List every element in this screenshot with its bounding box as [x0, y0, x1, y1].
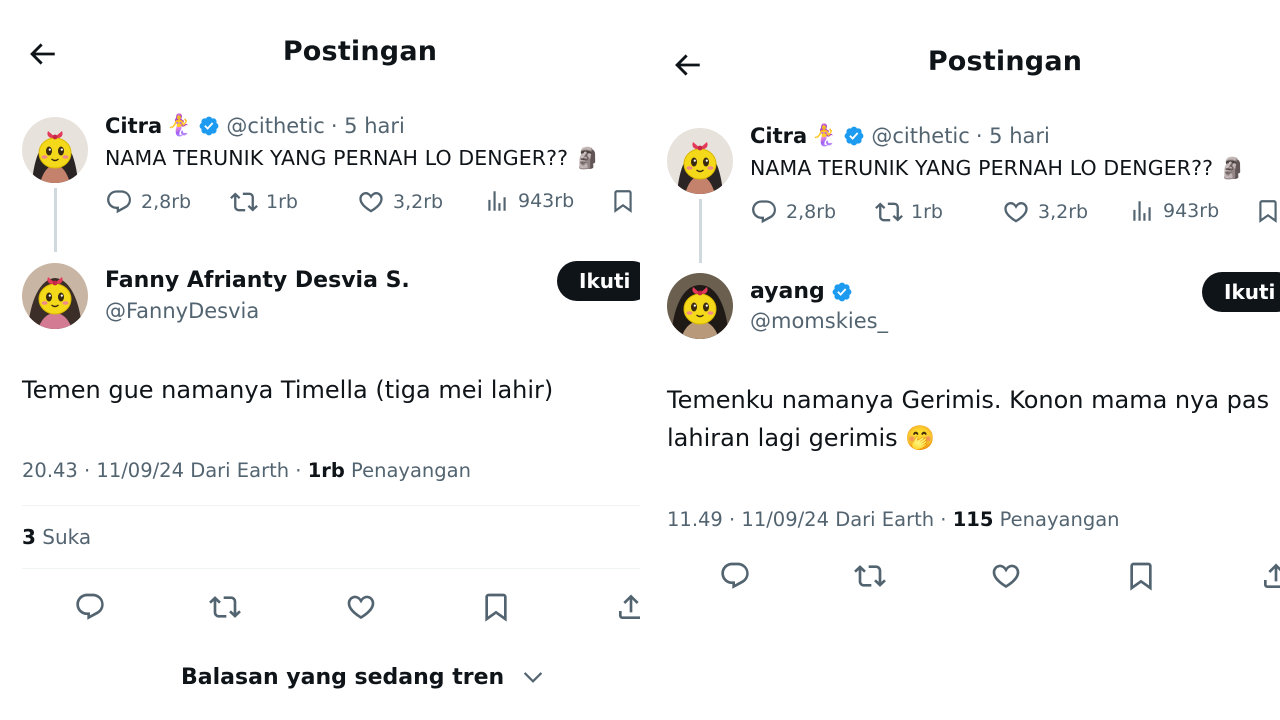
post-meta: 20.43 · 11/09/24 Dari Earth · 1rb Penaya…	[22, 459, 471, 482]
mermaid-emoji: 🧜‍♀️	[811, 123, 838, 147]
quoted-author-line: Citra 🧜‍♀️ @cithetic · 5 hari	[105, 113, 405, 138]
reply-text-line-2: lahiran lagi gerimis 🤭	[667, 424, 936, 452]
page-title: Postingan	[282, 36, 438, 67]
quoted-author-name[interactable]: Citra	[105, 114, 162, 138]
repost-action-button[interactable]	[205, 587, 245, 627]
follow-button[interactable]: Ikuti	[557, 261, 640, 301]
like-icon	[357, 188, 385, 216]
bookmark-icon	[1125, 560, 1157, 592]
quoted-author-line: Citra 🧜‍♀️ @cithetic · 5 hari	[750, 123, 1050, 148]
divider	[22, 568, 640, 569]
post-views-label: Penayangan	[344, 459, 471, 482]
divider	[22, 505, 640, 506]
verified-icon	[843, 125, 865, 147]
like-icon	[990, 560, 1022, 592]
reply-author-handle[interactable]: @FannyDesvia	[105, 299, 259, 323]
like-count-button[interactable]: 3,2rb	[357, 188, 443, 216]
post-timestamp-source: 20.43 · 11/09/24 Dari Earth ·	[22, 459, 308, 482]
repost-count-button[interactable]: 1rb	[230, 188, 298, 216]
trending-replies-label: Balasan yang sedang tren	[181, 664, 505, 690]
repost-icon	[230, 188, 258, 216]
repost-action-button[interactable]	[850, 556, 890, 596]
bookmark-icon	[1255, 198, 1280, 224]
reply-action-button[interactable]	[715, 556, 755, 596]
verified-icon	[198, 115, 220, 137]
quoted-post-text: NAMA TERUNIK YANG PERNAH LO DENGER?? 🗿	[105, 146, 601, 170]
views-icon	[1129, 198, 1155, 224]
post-timestamp-source: 11.49 · 11/09/24 Dari Earth ·	[667, 508, 953, 531]
bookmark-icon	[480, 591, 512, 623]
bookmark-action-button[interactable]	[1121, 556, 1161, 596]
quoted-author-handle[interactable]: @cithetic	[871, 124, 969, 148]
reply-count: 2,8rb	[786, 201, 837, 223]
trending-replies-toggle[interactable]: Balasan yang sedang tren	[181, 664, 546, 690]
post-meta: 11.49 · 11/09/24 Dari Earth · 115 Penaya…	[667, 508, 1120, 531]
repost-count: 1rb	[266, 191, 298, 213]
quoted-post-text: NAMA TERUNIK YANG PERNAH LO DENGER?? 🗿	[750, 156, 1246, 180]
like-count: 3,2rb	[393, 191, 444, 213]
views-count-button[interactable]: 943rb	[1129, 198, 1219, 224]
post-views-count: 115	[952, 508, 994, 531]
reply-count-button[interactable]: 2,8rb	[105, 188, 191, 216]
views-count: 943rb	[518, 190, 575, 212]
bookmark-action-button[interactable]	[476, 587, 516, 627]
bookmark-icon	[610, 188, 636, 214]
share-action-button[interactable]	[611, 587, 640, 627]
views-icon	[484, 188, 510, 214]
reply-author-handle[interactable]: @momskies_	[750, 309, 888, 333]
avatar-citra[interactable]	[667, 128, 733, 194]
post-panel-right: Postingan Citra 🧜‍♀️ @cithetic · 5 hari …	[645, 0, 1280, 720]
post-views-label: Penayangan	[993, 508, 1120, 531]
follow-button[interactable]: Ikuti	[1202, 272, 1280, 312]
avatar-fanny[interactable]	[22, 263, 88, 329]
quoted-author-name[interactable]: Citra	[750, 124, 807, 148]
thread-line	[699, 199, 702, 263]
reply-author-name[interactable]: Fanny Afrianty Desvia S.	[105, 268, 410, 293]
like-count: 3,2rb	[1038, 201, 1089, 223]
reply-text: Temen gue namanya Timella (tiga mei lahi…	[22, 376, 554, 404]
repost-count: 1rb	[911, 201, 943, 223]
share-icon	[615, 591, 640, 623]
avatar-citra[interactable]	[22, 117, 88, 183]
reply-icon	[750, 198, 778, 226]
avatar-ayang[interactable]	[667, 273, 733, 339]
quoted-post-time: · 5 hari	[330, 113, 405, 138]
reply-icon	[719, 560, 751, 592]
reply-author-line: ayang	[750, 279, 853, 304]
like-icon	[1002, 198, 1030, 226]
repost-icon	[875, 198, 903, 226]
mermaid-emoji: 🧜‍♀️	[166, 113, 193, 137]
reply-text-line-1: Temenku namanya Gerimis. Konon mama nya …	[667, 386, 1270, 414]
reply-icon	[105, 188, 133, 216]
bookmark-button[interactable]	[610, 188, 636, 214]
share-icon	[1260, 560, 1280, 592]
repost-count-button[interactable]: 1rb	[875, 198, 943, 226]
chevron-down-icon	[520, 664, 546, 690]
quoted-post-time: · 5 hari	[975, 123, 1050, 148]
reply-count: 2,8rb	[141, 191, 192, 213]
likes-summary-label: Suka	[35, 525, 92, 549]
thread-line	[54, 188, 57, 252]
post-panel-left: Postingan Citra 🧜‍♀️ @cithetic · 5 hari …	[0, 0, 640, 720]
reply-author-name[interactable]: ayang	[750, 279, 825, 304]
likes-summary-count: 3	[22, 525, 36, 549]
share-action-button[interactable]	[1256, 556, 1280, 596]
repost-icon	[854, 560, 886, 592]
likes-summary[interactable]: 3 Suka	[22, 525, 91, 549]
like-count-button[interactable]: 3,2rb	[1002, 198, 1088, 226]
repost-icon	[209, 591, 241, 623]
like-action-button[interactable]	[986, 556, 1026, 596]
quoted-author-handle[interactable]: @cithetic	[226, 114, 324, 138]
views-count-button[interactable]: 943rb	[484, 188, 574, 214]
like-icon	[345, 591, 377, 623]
post-views-count: 1rb	[307, 459, 345, 482]
reply-count-button[interactable]: 2,8rb	[750, 198, 836, 226]
views-count: 943rb	[1163, 200, 1220, 222]
reply-icon	[74, 591, 106, 623]
page-title: Postingan	[927, 46, 1083, 77]
reply-action-button[interactable]	[70, 587, 110, 627]
bookmark-button[interactable]	[1255, 198, 1280, 224]
verified-icon	[831, 281, 853, 303]
like-action-button[interactable]	[341, 587, 381, 627]
